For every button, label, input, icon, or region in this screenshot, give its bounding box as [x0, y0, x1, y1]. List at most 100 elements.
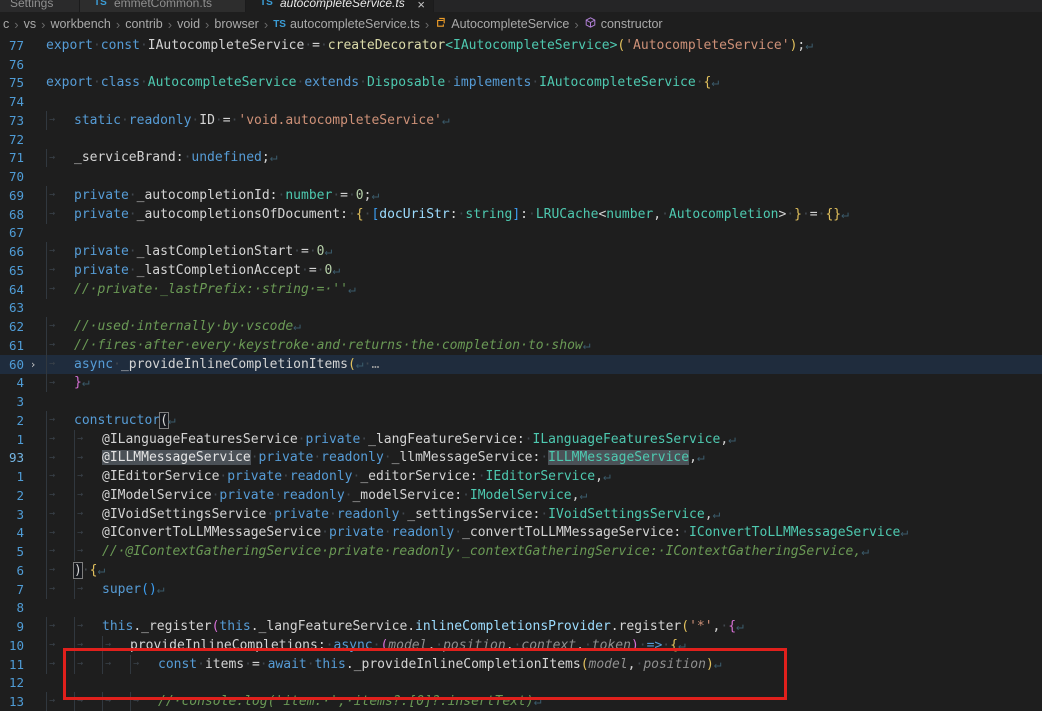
tab-whitespace: → — [46, 692, 74, 711]
code-line[interactable]: 64→//·private·_lastPrefix:·string·=·''↵ — [0, 280, 1042, 299]
code-token: private — [74, 263, 129, 278]
code-line[interactable]: 73→static·readonly·ID·=·'void.autocomple… — [0, 111, 1042, 130]
code-line[interactable]: 11→→→→const·items·=·await·this._provideI… — [0, 655, 1042, 674]
code-line[interactable]: 65→private·_lastCompletionAccept·=·0↵ — [0, 261, 1042, 280]
breadcrumb-item-autocompleteservice-ts[interactable]: TSautocompleteService.ts — [272, 17, 421, 31]
tab-whitespace: → — [102, 692, 130, 711]
breadcrumb-item-autocompleteservice[interactable]: AutocompleteService — [433, 16, 570, 32]
code-token: , — [506, 638, 514, 653]
code-token: , — [427, 638, 435, 653]
code-token: · — [304, 38, 312, 53]
code-token: @IConvertToLLMMessageService — [102, 525, 321, 540]
code-token: · — [525, 432, 533, 447]
breadcrumb-item-constructor[interactable]: constructor — [583, 16, 664, 32]
code-token: constructor — [74, 413, 160, 428]
code-line[interactable]: 4→→@IConvertToLLMMessageService·private·… — [0, 524, 1042, 543]
gutter: 10 — [0, 636, 42, 655]
tab-settings[interactable]: Settings — [0, 0, 80, 12]
code-token: private — [274, 507, 329, 522]
gutter: 93 — [0, 449, 42, 468]
code-token: · — [384, 525, 392, 540]
code-line[interactable]: 74 — [0, 92, 1042, 111]
code-content: →)·{↵ — [42, 561, 105, 580]
code-token: } — [794, 207, 802, 222]
code-line[interactable]: 1→→@ILanguageFeaturesService·private·_la… — [0, 430, 1042, 449]
code-line[interactable]: 5 →→//·@IContextGatheringService·private·… — [0, 542, 1042, 561]
line-number: 9 — [0, 619, 24, 634]
fold-chevron-icon[interactable]: › — [24, 358, 42, 371]
code-line[interactable]: 8 — [0, 599, 1042, 618]
code-content: →private·_autocompletionsOfDocument:·{·[… — [42, 205, 849, 224]
tab-emmetcommon-ts[interactable]: TSemmetCommon.ts — [80, 0, 246, 12]
code-line[interactable]: 2→→@IModelService·private·readonly·_mode… — [0, 486, 1042, 505]
code-line[interactable]: 2→constructor(↵ — [0, 411, 1042, 430]
code-token: ↵ — [714, 657, 722, 672]
code-token: · — [282, 469, 290, 484]
code-line[interactable]: 68→private·_autocompletionsOfDocument:·{… — [0, 205, 1042, 224]
line-number: 73 — [0, 113, 24, 128]
code-line[interactable]: 69→private·_autocompletionId:·number·=·0… — [0, 186, 1042, 205]
typescript-file-icon: TS — [260, 0, 273, 8]
code-token: private — [329, 525, 384, 540]
code-token: · — [296, 75, 304, 90]
code-token: readonly — [129, 113, 192, 128]
line-number: 77 — [0, 38, 24, 53]
breadcrumb-item-contrib[interactable]: contrib — [124, 17, 164, 31]
code-token: · — [215, 113, 223, 128]
code-token: string — [465, 207, 512, 222]
breadcrumb-item-vs[interactable]: vs — [23, 17, 38, 31]
code-line[interactable]: 1→→@IEditorService·private·readonly·_edi… — [0, 467, 1042, 486]
code-line[interactable]: 62→//·used·internally·by·vscode↵ — [0, 317, 1042, 336]
code-token: · — [329, 507, 337, 522]
tab-whitespace: → — [74, 655, 102, 674]
code-line[interactable]: 76 — [0, 55, 1042, 74]
code-line[interactable]: 13→→→→//·console.log('item:·',·items?.[0… — [0, 692, 1042, 711]
code-line[interactable]: 10→→→provideInlineCompletions:·async·(mo… — [0, 636, 1042, 655]
code-token: model — [388, 638, 427, 653]
code-token: = — [301, 244, 309, 259]
line-number: 5 — [0, 544, 24, 559]
gutter: 62 — [0, 317, 42, 336]
code-line[interactable]: 66→private·_lastCompletionStart·=·0↵ — [0, 242, 1042, 261]
breadcrumb-item-void[interactable]: void — [176, 17, 201, 31]
tab-whitespace: → — [74, 636, 102, 655]
code-line[interactable]: 63 — [0, 299, 1042, 318]
code-line[interactable]: 3→→@IVoidSettingsService·private·readonl… — [0, 505, 1042, 524]
code-line[interactable]: 9→→this._register(this._langFeatureServi… — [0, 617, 1042, 636]
code-content: →private·_lastCompletionStart·=·0↵ — [42, 242, 332, 261]
code-token: · — [129, 207, 137, 222]
code-line[interactable]: 72 — [0, 130, 1042, 149]
breadcrumb-item-workbench[interactable]: workbench — [49, 17, 111, 31]
code-line[interactable]: 6→)·{↵ — [0, 561, 1042, 580]
close-icon[interactable]: × — [417, 0, 425, 12]
code-token: ↵ — [697, 450, 705, 465]
code-token: _lastCompletionStart — [137, 244, 294, 259]
code-line[interactable]: 4→}↵ — [0, 374, 1042, 393]
breadcrumb-item-browser[interactable]: browser — [213, 17, 259, 31]
code-content — [42, 55, 46, 74]
code-token: · — [364, 357, 372, 372]
code-content: →→//·@IContextGatheringService·private·r… — [42, 542, 869, 561]
code-token: · — [584, 638, 592, 653]
code-content: →//·used·internally·by·vscode↵ — [42, 317, 301, 336]
code-token: , — [572, 488, 580, 503]
code-line[interactable]: 77export·const·IAutocompleteService·=·cr… — [0, 36, 1042, 55]
code-line[interactable]: 60›→async·_provideInlineCompletionItems(… — [0, 355, 1042, 374]
code-token: Disposable — [367, 75, 445, 90]
code-line[interactable]: 61→//·fires·after·every·keystroke·and·re… — [0, 336, 1042, 355]
code-line[interactable]: 7→→super()↵ — [0, 580, 1042, 599]
code-line[interactable]: 71→_serviceBrand:·undefined;↵ — [0, 149, 1042, 168]
code-line[interactable]: 3 — [0, 392, 1042, 411]
tab-autocompleteservice-ts[interactable]: TSautocompleteService.ts× — [246, 0, 434, 12]
gutter: 12 — [0, 674, 42, 693]
line-number: 64 — [0, 282, 24, 297]
code-token: ID — [199, 113, 215, 128]
code-line[interactable]: 12 — [0, 674, 1042, 693]
code-editor[interactable]: 77export·const·IAutocompleteService·=·cr… — [0, 36, 1042, 711]
code-line[interactable]: 67 — [0, 224, 1042, 243]
code-line[interactable]: 75export·class·AutocompleteService·exten… — [0, 74, 1042, 93]
breadcrumb-item-c[interactable]: c — [2, 17, 10, 31]
code-line[interactable]: 93→→@ILLMMessageService·private·readonly… — [0, 449, 1042, 468]
code-line[interactable]: 70 — [0, 167, 1042, 186]
code-token: ↵ — [293, 319, 301, 334]
